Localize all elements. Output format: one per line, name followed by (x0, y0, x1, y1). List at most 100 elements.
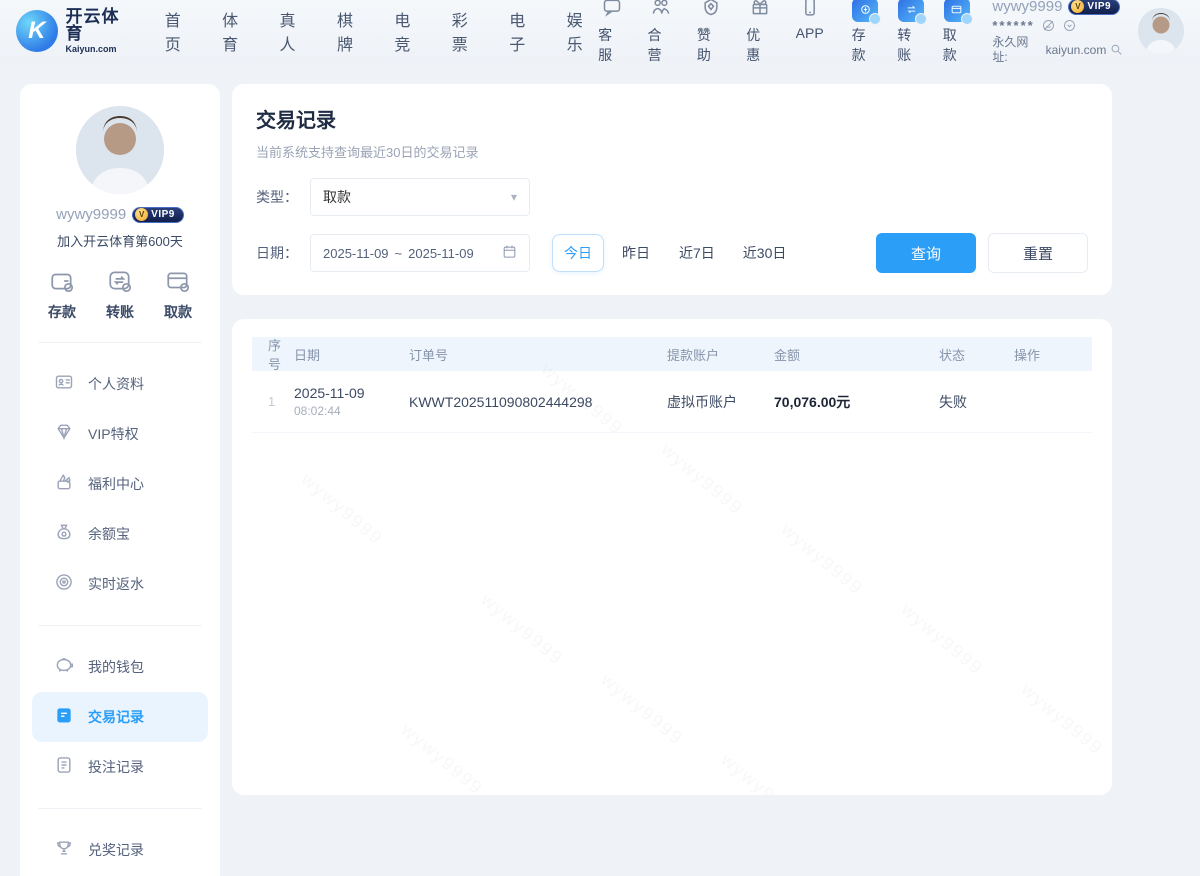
transfer-icon (898, 0, 924, 22)
nav-poker[interactable]: 棋牌 (337, 7, 368, 55)
welfare-gift-icon (54, 472, 74, 497)
search-icon[interactable] (1109, 42, 1124, 57)
user-avatar[interactable] (1138, 8, 1184, 54)
piggy-bank-icon (54, 655, 74, 680)
type-label: 类型： (256, 187, 310, 207)
nav-live[interactable]: 真人 (280, 7, 311, 55)
rebate-icon (54, 572, 74, 597)
profile-avatar[interactable] (76, 106, 164, 194)
nav-sports[interactable]: 体育 (222, 7, 253, 55)
filter-buttons: 查询 重置 (876, 233, 1088, 273)
sidebar-item-prizes[interactable]: 兑奖记录 (32, 825, 208, 875)
sidebar-item-yuebao[interactable]: 余额宝 (32, 509, 208, 559)
top-header: K 开云体育 Kaiyun.com 首页 体育 真人 棋牌 电竞 彩票 电子 娱… (0, 0, 1200, 62)
nav-esports[interactable]: 电竞 (394, 7, 425, 55)
table-body: 12025-11-0908:02:44KWWT20251109080244429… (252, 371, 1092, 433)
permanent-url-label: 永久网址: (992, 35, 1042, 64)
search-button[interactable]: 查询 (876, 233, 976, 273)
date-range-input[interactable]: 2025-11-09 ~ 2025-11-09 (310, 234, 530, 272)
money-bag-icon (54, 522, 74, 547)
cell-order-no: KWWT202511090802444298 (409, 394, 667, 410)
service-label: 客服 (598, 25, 625, 65)
bet-record-icon (54, 755, 74, 780)
user-info-panel: wywy9999 V VIP9 ****** 永久网址: kaiyun.com (992, 0, 1124, 64)
withdraw-label: 取款 (943, 25, 971, 65)
date-start: 2025-11-09 (323, 246, 389, 261)
range-yesterday-button[interactable]: 昨日 (610, 234, 662, 272)
sidebar-transfer-button[interactable]: 转账 (104, 268, 136, 322)
sidebar-divider (38, 342, 202, 343)
profile-quick-actions: 存款 转账 取款 (32, 250, 208, 326)
nav-home[interactable]: 首页 (165, 7, 196, 55)
transfer-button[interactable]: 转账 (897, 0, 925, 65)
sidebar-item-rebate[interactable]: 实时返水 (32, 559, 208, 609)
eye-off-icon[interactable] (1041, 18, 1056, 33)
page-body: wywy9999 V VIP9 加入开云体育第600天 存款 转账 (0, 62, 1200, 876)
partners-icon (651, 0, 671, 22)
type-select-value: 取款 (323, 187, 351, 207)
permanent-url: kaiyun.com (1046, 43, 1107, 57)
cell-index: 1 (252, 394, 294, 409)
brand-domain: Kaiyun.com (66, 45, 137, 54)
sidebar-item-profile[interactable]: 个人资料 (32, 359, 208, 409)
app-link[interactable]: APP (796, 0, 824, 65)
chevron-down-icon: ▾ (511, 190, 517, 204)
brand-name: 开云体育 (66, 8, 137, 42)
phone-icon (800, 0, 820, 22)
type-select[interactable]: 取款 ▾ (310, 178, 530, 216)
nav-entertainment[interactable]: 娱乐 (567, 7, 598, 55)
brand-logo[interactable]: K 开云体育 Kaiyun.com (16, 8, 137, 54)
deposit-button[interactable]: 存款 (852, 0, 880, 65)
deposit-label: 存款 (852, 25, 880, 65)
chevron-down-circle-icon[interactable] (1062, 18, 1077, 33)
col-amount: 金额 (774, 345, 939, 364)
service-link[interactable]: 客服 (598, 0, 625, 65)
sidebar-item-bets[interactable]: 投注记录 (32, 742, 208, 792)
promo-link[interactable]: 优惠 (746, 0, 773, 65)
username: wywy9999 (992, 0, 1062, 16)
page-subtitle: 当前系统支持查询最近30日的交易记录 (256, 142, 1088, 161)
range-30days-button[interactable]: 近30日 (732, 234, 798, 272)
prize-record-icon (54, 838, 74, 863)
header-quick-links: 客服 合营 赞助 优惠 APP (598, 0, 824, 65)
page-title: 交易记录 (256, 104, 1088, 133)
promo-label: 优惠 (746, 25, 773, 65)
cell-account: 虚拟币账户 (667, 392, 774, 412)
cell-status: 失败 (939, 392, 1014, 412)
sponsor-link[interactable]: 赞助 (697, 0, 724, 65)
nav-slots[interactable]: 电子 (509, 7, 540, 55)
transaction-record-icon (54, 705, 74, 730)
cell-amount: 70,076.00元 (774, 392, 939, 412)
results-card: 序号 日期 订单号 提款账户 金额 状态 操作 12025-11-0908:02… (232, 319, 1112, 795)
reset-button[interactable]: 重置 (988, 233, 1088, 273)
sidebar-item-transactions[interactable]: 交易记录 (32, 692, 208, 742)
sponsor-icon (701, 0, 721, 22)
cell-date: 2025-11-0908:02:44 (294, 385, 409, 418)
wallet-icon (46, 268, 78, 296)
range-today-button[interactable]: 今日 (552, 234, 604, 272)
exchange-icon (104, 268, 136, 296)
table-row: 12025-11-0908:02:44KWWT20251109080244429… (252, 371, 1092, 433)
col-date: 日期 (294, 345, 409, 364)
chat-icon (602, 0, 622, 22)
filters-card: 交易记录 当前系统支持查询最近30日的交易记录 类型： 取款 ▾ 日期： 202… (232, 84, 1112, 295)
bank-card-icon (162, 268, 194, 296)
sidebar-withdraw-button[interactable]: 取款 (162, 268, 194, 322)
watermark-text: wywy9999 (597, 669, 687, 749)
nav-lottery[interactable]: 彩票 (452, 7, 483, 55)
sidebar-divider (38, 808, 202, 809)
quick-range-group: 今日 昨日 近7日 近30日 (552, 234, 797, 272)
main-content: 交易记录 当前系统支持查询最近30日的交易记录 类型： 取款 ▾ 日期： 202… (232, 84, 1112, 795)
partners-label: 合营 (648, 25, 675, 65)
withdraw-button[interactable]: 取款 (943, 0, 971, 65)
sidebar-item-wallet[interactable]: 我的钱包 (32, 642, 208, 692)
partners-link[interactable]: 合营 (648, 0, 675, 65)
watermark-text: wywy9999 (717, 749, 807, 795)
range-7days-button[interactable]: 近7日 (668, 234, 726, 272)
col-account: 提款账户 (667, 345, 774, 364)
deposit-icon (852, 0, 878, 22)
sidebar-item-vip[interactable]: VIP特权 (32, 409, 208, 459)
sidebar-deposit-button[interactable]: 存款 (46, 268, 78, 322)
sidebar-item-welfare[interactable]: 福利中心 (32, 459, 208, 509)
date-filter-row: 日期： 2025-11-09 ~ 2025-11-09 今日 昨日 近7日 近3… (256, 233, 1088, 273)
